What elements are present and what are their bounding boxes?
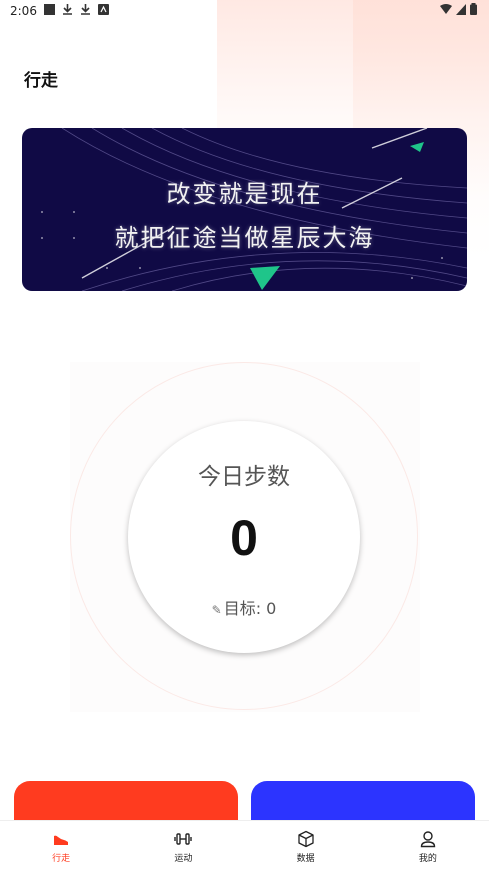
goal-edit[interactable]: ✎ 目标: 0: [128, 595, 360, 619]
status-bar: 2:06: [0, 0, 489, 22]
status-time: 2:06: [10, 4, 37, 18]
promo-banner[interactable]: 改变就是现在 就把征途当做星辰大海: [22, 128, 467, 291]
shoe-icon: [54, 835, 69, 845]
tab-data-label: 数据: [296, 854, 315, 864]
step-counter[interactable]: 今日步数 0 ✎ 目标: 0: [128, 421, 360, 653]
download-icon: [63, 4, 72, 15]
tab-data[interactable]: 数据: [245, 821, 367, 872]
tab-sport[interactable]: 运动: [122, 821, 244, 872]
pencil-icon: ✎: [211, 603, 222, 617]
app-notification-icon: [98, 4, 109, 15]
tab-mine-label: 我的: [418, 854, 437, 864]
cube-icon: [297, 830, 314, 848]
step-label: 今日步数: [198, 464, 290, 490]
banner-subheadline: 就把征途当做星辰大海: [114, 224, 375, 252]
battery-icon: [470, 3, 477, 15]
step-count-value: 0: [230, 510, 258, 566]
banner-starfield-graphic: [41, 128, 467, 291]
signal-icon: [456, 3, 466, 15]
tab-walk-label: 行走: [52, 854, 71, 864]
tab-walk[interactable]: 行走: [0, 821, 122, 872]
status-indicators: [440, 3, 477, 15]
download-icon-2: [81, 4, 90, 15]
notification-square-icon: [44, 4, 55, 15]
user-icon: [420, 831, 436, 848]
tab-mine[interactable]: 我的: [367, 821, 489, 872]
tab-sport-label: 运动: [174, 854, 193, 864]
page-title: 行走: [24, 71, 58, 91]
goal-text: 目标: 0: [223, 599, 277, 618]
bottom-tab-bar: 行走 运动 数据 我的: [0, 820, 489, 872]
banner-headline: 改变就是现在: [166, 180, 323, 208]
wifi-icon: [440, 3, 452, 14]
dumbbell-icon: [174, 833, 193, 845]
